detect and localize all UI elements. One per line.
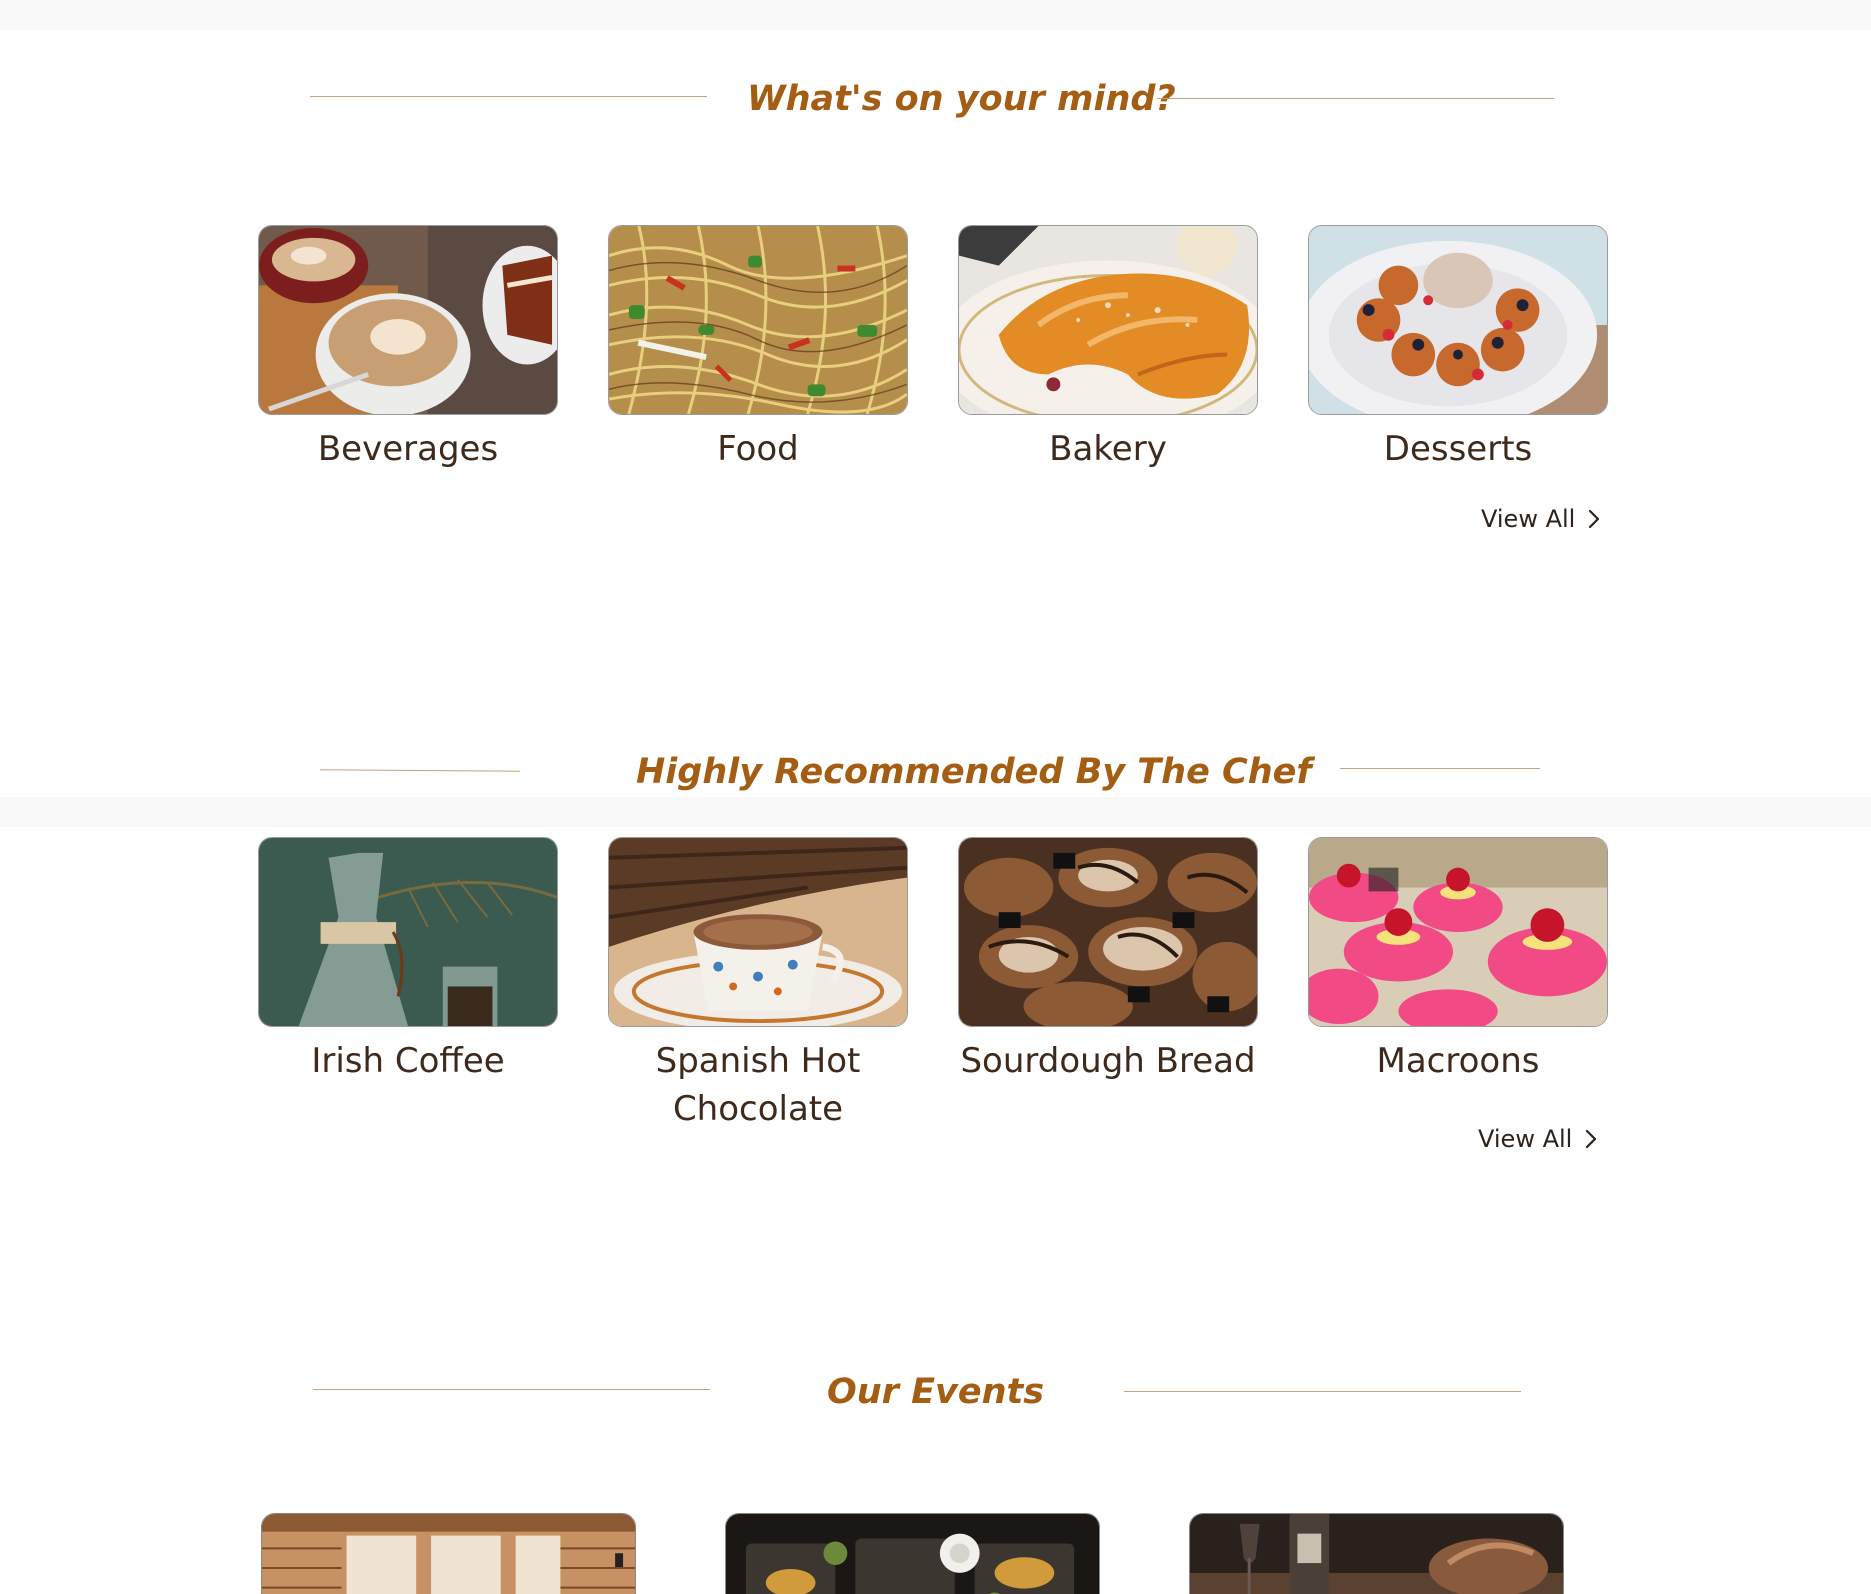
heading-rule-right bbox=[1157, 98, 1554, 99]
category-label: Beverages bbox=[317, 429, 499, 469]
chef-card-irish-coffee[interactable]: Irish Coffee bbox=[258, 837, 558, 1085]
chef-heading: Highly Recommended By The Chef bbox=[636, 752, 1312, 792]
view-all-label: View All bbox=[1478, 1125, 1573, 1153]
chef-card-spanish-hot-chocolate[interactable]: Spanish Hot Chocolate bbox=[608, 837, 908, 1133]
mid-band bbox=[0, 797, 1871, 827]
category-card-food[interactable]: Food bbox=[608, 225, 908, 473]
macarons-image bbox=[1308, 837, 1608, 1027]
noodles-image bbox=[608, 225, 908, 415]
category-card-bakery[interactable]: Bakery bbox=[958, 225, 1258, 473]
event-card-cafe-interior[interactable] bbox=[261, 1513, 636, 1594]
top-band bbox=[0, 0, 1871, 30]
croissant-image bbox=[958, 225, 1258, 415]
chef-card-macroons[interactable]: Macroons bbox=[1308, 837, 1608, 1085]
hot-chocolate-image bbox=[608, 837, 908, 1027]
category-label: Food bbox=[717, 429, 799, 469]
events-heading: Our Events bbox=[827, 1372, 1045, 1412]
heading-rule-right bbox=[1124, 1391, 1521, 1392]
latte-cups-image bbox=[258, 225, 558, 415]
wine-dinner-image bbox=[1190, 1514, 1563, 1594]
coffee-carafe-image bbox=[258, 837, 558, 1027]
chevron-right-icon bbox=[1589, 509, 1600, 529]
chef-item-label: Irish Coffee bbox=[311, 1041, 505, 1081]
breads-image bbox=[958, 837, 1258, 1027]
categories-view-all-link[interactable]: View All bbox=[1481, 504, 1601, 534]
heading-rule-right bbox=[1340, 768, 1540, 769]
cafe-interior-image bbox=[262, 1514, 635, 1594]
category-label: Bakery bbox=[1049, 429, 1167, 469]
category-card-desserts[interactable]: Desserts bbox=[1308, 225, 1608, 473]
chef-card-sourdough-bread[interactable]: Sourdough Bread bbox=[958, 837, 1258, 1085]
heading-rule-left bbox=[310, 96, 707, 97]
category-label: Desserts bbox=[1383, 429, 1533, 469]
dining-table-image bbox=[726, 1514, 1099, 1594]
page: What's on your mind? Beverages Food Bake… bbox=[0, 0, 1871, 1594]
categories-heading: What's on your mind? bbox=[747, 79, 1176, 119]
heading-rule-left bbox=[313, 1389, 710, 1390]
chef-item-label: Spanish Hot Chocolate bbox=[655, 1041, 861, 1129]
chevron-right-icon bbox=[1586, 1129, 1597, 1149]
view-all-label: View All bbox=[1481, 505, 1576, 533]
event-card-dining-table[interactable] bbox=[725, 1513, 1100, 1594]
chef-item-label: Sourdough Bread bbox=[960, 1041, 1256, 1081]
category-card-beverages[interactable]: Beverages bbox=[258, 225, 558, 473]
dessert-plate-image bbox=[1308, 225, 1608, 415]
heading-rule-left bbox=[319, 769, 521, 772]
chef-item-label: Macroons bbox=[1376, 1041, 1540, 1081]
event-card-wine-dinner[interactable] bbox=[1189, 1513, 1564, 1594]
chef-view-all-link[interactable]: View All bbox=[1478, 1124, 1598, 1154]
